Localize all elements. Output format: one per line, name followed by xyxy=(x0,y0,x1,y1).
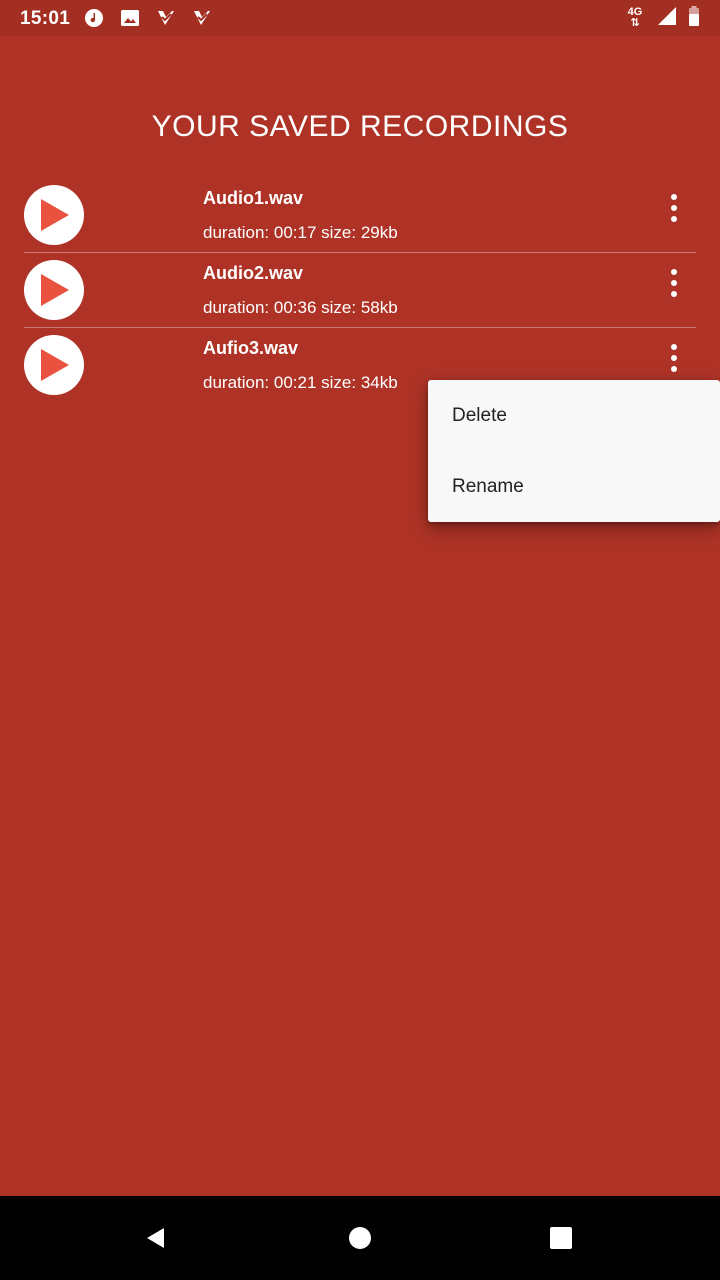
more-vert-icon xyxy=(671,344,677,350)
more-options-button[interactable] xyxy=(666,267,682,299)
system-icons: 4G ⇅ xyxy=(624,5,700,32)
image-icon xyxy=(120,8,140,28)
recents-icon xyxy=(550,1227,572,1249)
recording-name: Audio2.wav xyxy=(203,263,304,283)
recording-meta: duration: 00:36 size: 58kb xyxy=(203,298,398,317)
recording-meta: duration: 00:21 size: 34kb xyxy=(203,373,398,392)
back-icon xyxy=(147,1228,164,1248)
recording-meta: duration: 00:17 size: 29kb xyxy=(203,223,398,242)
play-button[interactable] xyxy=(24,185,84,245)
download-check-icon xyxy=(192,8,212,28)
battery-icon xyxy=(688,5,700,32)
signal-icon xyxy=(656,5,678,32)
play-icon xyxy=(41,349,69,381)
status-bar: 15:01 4G ⇅ xyxy=(0,0,720,36)
network-label: 4G xyxy=(627,6,643,18)
home-button[interactable] xyxy=(344,1222,376,1254)
recording-row[interactable]: Audio2.wav duration: 00:36 size: 58kb xyxy=(24,253,696,328)
recents-button[interactable] xyxy=(545,1222,577,1254)
play-button[interactable] xyxy=(24,260,84,320)
play-button[interactable] xyxy=(24,335,84,395)
more-options-button[interactable] xyxy=(666,192,682,224)
back-button[interactable] xyxy=(140,1222,172,1254)
more-vert-icon xyxy=(671,194,677,200)
home-icon xyxy=(349,1227,371,1249)
navigation-bar xyxy=(0,1196,720,1280)
more-vert-icon xyxy=(671,269,677,275)
recording-name: Aufio3.wav xyxy=(203,338,299,358)
page-title: YOUR SAVED RECORDINGS xyxy=(151,110,569,143)
play-icon xyxy=(41,274,69,306)
music-note-icon xyxy=(84,8,104,28)
download-check-icon xyxy=(156,8,176,28)
notification-icons xyxy=(84,7,212,29)
more-options-button[interactable] xyxy=(666,342,682,374)
menu-item-rename[interactable]: Rename xyxy=(428,451,720,522)
recordings-list: Audio1.wav duration: 00:17 size: 29kb Au… xyxy=(24,178,696,402)
play-icon xyxy=(41,199,69,231)
recording-row[interactable]: Audio1.wav duration: 00:17 size: 29kb xyxy=(24,178,696,253)
status-time: 15:01 xyxy=(20,8,71,29)
network-4g-icon: 4G ⇅ xyxy=(627,6,643,29)
menu-item-delete[interactable]: Delete xyxy=(428,380,720,451)
recording-name: Audio1.wav xyxy=(203,188,304,208)
options-popup-menu: Delete Rename xyxy=(428,380,720,522)
